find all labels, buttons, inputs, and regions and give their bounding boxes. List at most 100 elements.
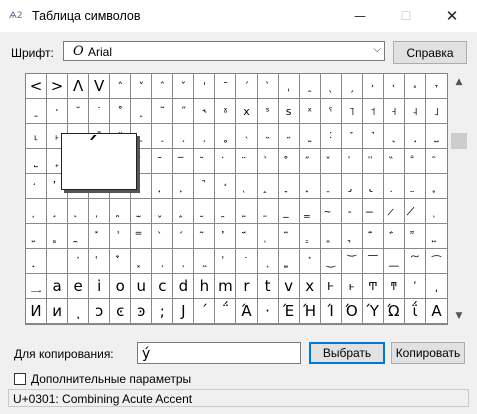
character-cell[interactable]: · <box>257 299 279 324</box>
character-cell[interactable]: Λ <box>68 74 90 99</box>
character-cell[interactable]: ̢ <box>362 174 384 199</box>
character-cell[interactable]: Ά <box>236 299 258 324</box>
character-cell[interactable]: ˜ <box>152 99 174 124</box>
character-cell[interactable]: ˳ <box>215 124 237 149</box>
character-cell[interactable]: Α <box>425 299 447 324</box>
character-cell[interactable]: ̎ <box>362 149 384 174</box>
character-cell[interactable]: ̯ <box>215 199 237 224</box>
character-cell[interactable]: ̘ <box>152 174 174 199</box>
character-cell[interactable]: ̍ <box>341 149 363 174</box>
copy-input[interactable]: ý <box>137 342 301 364</box>
character-cell[interactable]: ͇ <box>299 224 321 249</box>
character-cell[interactable]: ΐ <box>404 299 426 324</box>
help-button[interactable]: Справка <box>393 41 467 64</box>
character-cell[interactable]: d <box>173 274 195 299</box>
character-cell[interactable]: ̊ <box>278 149 300 174</box>
font-select[interactable]: O Arial ⌵ <box>63 41 385 61</box>
character-cell[interactable]: i <box>89 274 111 299</box>
character-cell[interactable]: ˼ <box>404 124 426 149</box>
scroll-up-icon[interactable]: ▲ <box>450 73 468 91</box>
character-cell[interactable]: t <box>257 274 279 299</box>
character-cell[interactable]: ͚ <box>278 249 300 274</box>
advanced-checkbox[interactable] <box>14 373 26 385</box>
character-cell[interactable]: Έ <box>278 299 300 324</box>
character-cell[interactable]: ˦ <box>362 99 384 124</box>
character-cell[interactable]: ˒ <box>362 74 384 99</box>
character-cell[interactable]: ͱ <box>341 274 363 299</box>
character-cell[interactable]: ͕ <box>173 249 195 274</box>
character-cell[interactable]: ͉ <box>341 224 363 249</box>
grid-scrollbar[interactable]: ▲ ▼ <box>450 73 468 325</box>
character-cell[interactable]: u <box>131 274 153 299</box>
character-cell[interactable]: ̩ <box>89 199 111 224</box>
character-cell[interactable]: s <box>278 99 300 124</box>
character-cell[interactable]: ˲ <box>194 124 216 149</box>
character-cell[interactable]: ̣ <box>383 174 405 199</box>
character-cell[interactable]: Ώ <box>383 299 405 324</box>
character-cell[interactable]: ̚ <box>194 174 216 199</box>
character-cell[interactable]: ̹ <box>425 199 447 224</box>
character-cell[interactable]: Ͱ <box>320 274 342 299</box>
character-cell[interactable]: ˑ <box>47 99 69 124</box>
character-cell[interactable]: ͈ <box>320 224 342 249</box>
character-cell[interactable]: ˣ <box>299 99 321 124</box>
character-cell[interactable]: ͼ <box>110 299 132 324</box>
character-cell[interactable]: x <box>299 274 321 299</box>
character-cell[interactable]: ˱ <box>173 124 195 149</box>
character-cell[interactable]: ˔ <box>404 74 426 99</box>
character-cell[interactable]: ˞ <box>194 99 216 124</box>
character-cell[interactable]: ͅ <box>257 224 279 249</box>
character-cell[interactable]: ˽ <box>425 124 447 149</box>
character-cell[interactable]: ̄ <box>152 149 174 174</box>
character-cell[interactable]: ˅ <box>131 74 153 99</box>
character-cell[interactable]: a <box>47 274 69 299</box>
character-cell[interactable]: ̷ <box>383 199 405 224</box>
character-cell[interactable]: ̈́ <box>236 224 258 249</box>
character-cell[interactable]: ˆ <box>152 74 174 99</box>
character-cell[interactable]: ̏ <box>383 149 405 174</box>
character-cell[interactable]: ̉ <box>257 149 279 174</box>
character-cell[interactable]: ̦ <box>26 199 48 224</box>
character-cell[interactable]: ̈ <box>236 149 258 174</box>
character-cell[interactable]: ̠ <box>320 174 342 199</box>
character-cell[interactable]: V <box>89 74 111 99</box>
character-cell[interactable]: ˎ <box>320 74 342 99</box>
character-cell[interactable]: ˛ <box>131 99 153 124</box>
character-cell[interactable]: ̺ <box>26 224 48 249</box>
character-cell[interactable]: Ύ <box>362 299 384 324</box>
character-cell[interactable]: ̼ <box>68 224 90 249</box>
character-cell[interactable]: ́ <box>173 224 195 249</box>
character-cell[interactable]: ̞ <box>278 174 300 199</box>
character-cell[interactable]: c <box>152 274 174 299</box>
character-cell[interactable]: ̌ <box>320 149 342 174</box>
character-cell[interactable]: ˏ <box>341 74 363 99</box>
character-cell[interactable]: ͞ <box>362 249 384 274</box>
character-cell[interactable]: ˙ <box>89 99 111 124</box>
scroll-thumb[interactable] <box>451 133 467 149</box>
character-cell[interactable]: ΅ <box>215 299 237 324</box>
character-cell[interactable]: ˘ <box>68 99 90 124</box>
character-cell[interactable]: ̮ <box>194 199 216 224</box>
character-cell[interactable]: ̫ <box>131 199 153 224</box>
character-cell[interactable]: Ί <box>320 299 342 324</box>
character-cell[interactable]: ͔ <box>152 249 174 274</box>
character-cell[interactable]: ˤ <box>320 99 342 124</box>
character-cell[interactable]: ˊ <box>236 74 258 99</box>
scroll-down-icon[interactable]: ▼ <box>450 307 468 325</box>
character-cell[interactable]: h <box>194 274 216 299</box>
character-cell[interactable]: ˺ <box>362 124 384 149</box>
character-cell[interactable]: ͡ <box>425 249 447 274</box>
character-cell[interactable]: ͂ <box>194 224 216 249</box>
character-cell[interactable]: < <box>26 74 48 99</box>
character-cell[interactable]: ˾ <box>26 149 48 174</box>
character-cell[interactable]: ͏ <box>47 249 69 274</box>
character-cell[interactable]: ͛ <box>299 249 321 274</box>
character-cell[interactable]: ͋ <box>383 224 405 249</box>
character-cell[interactable]: ͻ <box>89 299 111 324</box>
character-cell[interactable]: ̟ <box>299 174 321 199</box>
character-cell[interactable]: ̴ <box>320 199 342 224</box>
character-cell[interactable]: ˉ <box>215 74 237 99</box>
character-cell[interactable]: ˍ <box>299 74 321 99</box>
character-cell[interactable]: ʹ <box>404 274 426 299</box>
character-cell[interactable]: ̨ <box>68 199 90 224</box>
